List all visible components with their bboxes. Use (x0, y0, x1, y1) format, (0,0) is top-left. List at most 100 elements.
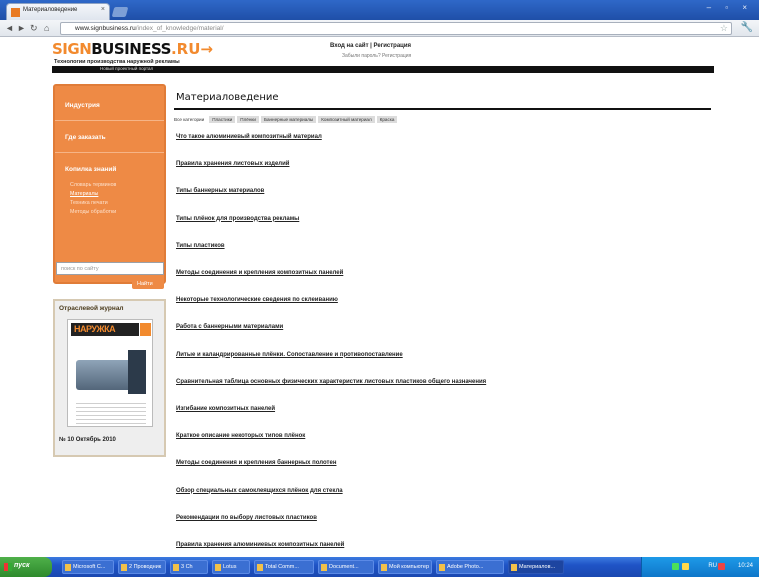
taskbar-button-label: Lotus (223, 564, 237, 570)
filter-banner[interactable]: Баннерные материалы (260, 116, 317, 123)
start-button[interactable]: пуск (0, 557, 52, 577)
home-icon[interactable]: ⌂ (44, 23, 49, 33)
address-bar[interactable]: www.signbusiness.ru/index_of_knowledge/m… (60, 22, 732, 35)
favicon-icon (11, 8, 20, 17)
url-domain: www.signbusiness.ru (75, 25, 136, 32)
article-link[interactable]: Сравнительная таблица основных физически… (176, 379, 486, 385)
article-link[interactable]: Изгибание композитных панелей (176, 406, 275, 412)
reload-icon[interactable]: ↻ (30, 23, 38, 34)
taskbar-button[interactable]: Microsoft C... (62, 560, 114, 574)
taskbar: пуск Microsoft C... 2 Проводник 3 Ch Lotus T… (0, 557, 759, 577)
taskbar-button[interactable]: 2 Проводник (118, 560, 166, 574)
browser-tab[interactable]: Материаловедение × (6, 3, 110, 20)
start-label: пуск (14, 562, 30, 569)
taskbar-button[interactable]: Lotus (212, 560, 250, 574)
new-tab-button[interactable] (111, 7, 129, 17)
login-link[interactable]: Вход на сайт | Регистрация (330, 43, 411, 49)
tray-icon[interactable] (672, 563, 679, 570)
filter-ink[interactable]: Краска (376, 116, 398, 123)
logo-ru: .RU→ (170, 40, 213, 58)
nav-sub-processing[interactable]: Методы обработки (70, 209, 116, 215)
taskbar-button[interactable]: Document... (318, 560, 374, 574)
nav-sub-print-tech[interactable]: Техника печати (70, 200, 108, 206)
search-button[interactable]: Найти (132, 279, 164, 289)
clock: 10:24 (737, 563, 753, 569)
printer-illustration-side (128, 350, 146, 394)
filter-composite[interactable]: Композитный материал (318, 116, 375, 123)
taskbar-button-label: Материалов... (519, 564, 556, 570)
taskbar-button-label: 3 Ch (181, 564, 193, 570)
site-logo[interactable]: SIGNBUSINESS.RU→ (52, 40, 227, 58)
header-bar: Новый проектный портал (52, 66, 714, 73)
logo-business: BUSINESS (91, 40, 171, 58)
article-link[interactable]: Правила хранения алюминиевых композитных… (176, 542, 344, 548)
app-icon (511, 564, 517, 571)
site-tagline: Технологии производства наружной рекламы (54, 59, 180, 65)
journal-cover-image[interactable]: НАРУЖКА (67, 319, 153, 427)
taskbar-button-label: Adobe Photo... (447, 564, 484, 570)
window-controls[interactable]: – ▫ × (707, 3, 753, 12)
windows-logo-icon (4, 563, 12, 571)
cover-text-lines (76, 400, 146, 424)
article-link[interactable]: Методы соединения и крепления композитны… (176, 270, 343, 276)
logo-sign: SIGN (52, 40, 92, 58)
article-link[interactable]: Рекомендации по выбору листовых пластико… (176, 515, 317, 521)
app-icon (321, 564, 327, 571)
app-icon (65, 564, 71, 571)
app-icon (121, 564, 127, 571)
app-icon (215, 564, 221, 571)
nav-sub-glossary[interactable]: Словарь терминов (70, 182, 116, 188)
nav-item-knowledge-bank[interactable]: Копилка знаний (65, 166, 116, 173)
wrench-menu-icon[interactable]: 🔧 (741, 22, 753, 33)
page-title: Материаловедение (176, 92, 279, 103)
taskbar-button[interactable]: 3 Ch (170, 560, 208, 574)
article-link[interactable]: Правила хранения листовых изделий (176, 161, 289, 167)
browser-toolbar: ◄ ► ↻ ⌂ www.signbusiness.ru/index_of_kno… (0, 20, 759, 37)
nav-item-industry[interactable]: Индустрия (65, 102, 100, 109)
tray-icon[interactable] (682, 563, 689, 570)
language-indicator[interactable]: RU (708, 563, 717, 569)
site-search-input[interactable]: поиск по сайту (56, 262, 164, 275)
taskbar-button[interactable]: Мой компьютер (378, 560, 432, 574)
filter-films[interactable]: Плёнки (237, 116, 259, 123)
tab-close-icon[interactable]: × (101, 6, 105, 13)
left-navigation: Индустрия Где заказать Копилка знаний Сл… (53, 84, 166, 284)
article-link[interactable]: Типы пластиков (176, 243, 225, 249)
article-link[interactable]: Методы соединения и крепления баннерных … (176, 460, 336, 466)
taskbar-button-label: Document... (329, 564, 359, 570)
app-icon (439, 564, 445, 571)
article-link[interactable]: Типы баннерных материалов (176, 188, 264, 194)
journal-title: Отраслевой журнал (59, 305, 124, 312)
journal-masthead: НАРУЖКА (71, 323, 139, 336)
forgot-password-link[interactable]: Забыли пароль? Регистрация (342, 53, 411, 59)
taskbar-button[interactable]: Материалов... (508, 560, 564, 574)
filter-plastics[interactable]: Пластики (209, 116, 236, 123)
nav-divider (55, 152, 164, 153)
article-link[interactable]: Обзор специальных самоклеящихся плёнок д… (176, 488, 343, 494)
nav-item-where-to-order[interactable]: Где заказать (65, 134, 106, 141)
journal-issue[interactable]: № 10 Октябрь 2010 (59, 437, 116, 443)
article-link[interactable]: Что такое алюминиевый композитный матери… (176, 134, 322, 140)
taskbar-button-label: Microsoft C... (73, 564, 106, 570)
tray-icon[interactable] (718, 563, 725, 570)
taskbar-button[interactable]: Adobe Photo... (436, 560, 504, 574)
journal-widget: Отраслевой журнал НАРУЖКА № 10 Октябрь 2… (53, 299, 166, 457)
arrow-icon (140, 323, 151, 336)
article-link[interactable]: Литые и каландрированные плёнки. Сопоста… (176, 352, 403, 358)
app-icon (257, 564, 263, 571)
nav-sub-materials[interactable]: Материалы (70, 191, 98, 197)
article-link[interactable]: Типы плёнок для производства рекламы (176, 216, 299, 222)
title-rule (174, 108, 711, 110)
article-link[interactable]: Краткое описание некоторых типов плёнок (176, 433, 305, 439)
taskbar-button[interactable]: Total Comm... (254, 560, 314, 574)
back-icon[interactable]: ◄ (5, 23, 14, 33)
app-icon (173, 564, 179, 571)
article-link[interactable]: Некоторые технологические сведения по ск… (176, 297, 338, 303)
tab-title: Материаловедение (23, 7, 78, 13)
search-button-label: Найти (137, 280, 153, 287)
bookmark-star-icon[interactable]: ☆ (720, 23, 728, 34)
search-placeholder: поиск по сайту (61, 266, 99, 272)
filter-all[interactable]: Все категории (174, 116, 207, 123)
forward-icon[interactable]: ► (17, 23, 26, 33)
article-link[interactable]: Работа с баннерными материалами (176, 324, 283, 330)
